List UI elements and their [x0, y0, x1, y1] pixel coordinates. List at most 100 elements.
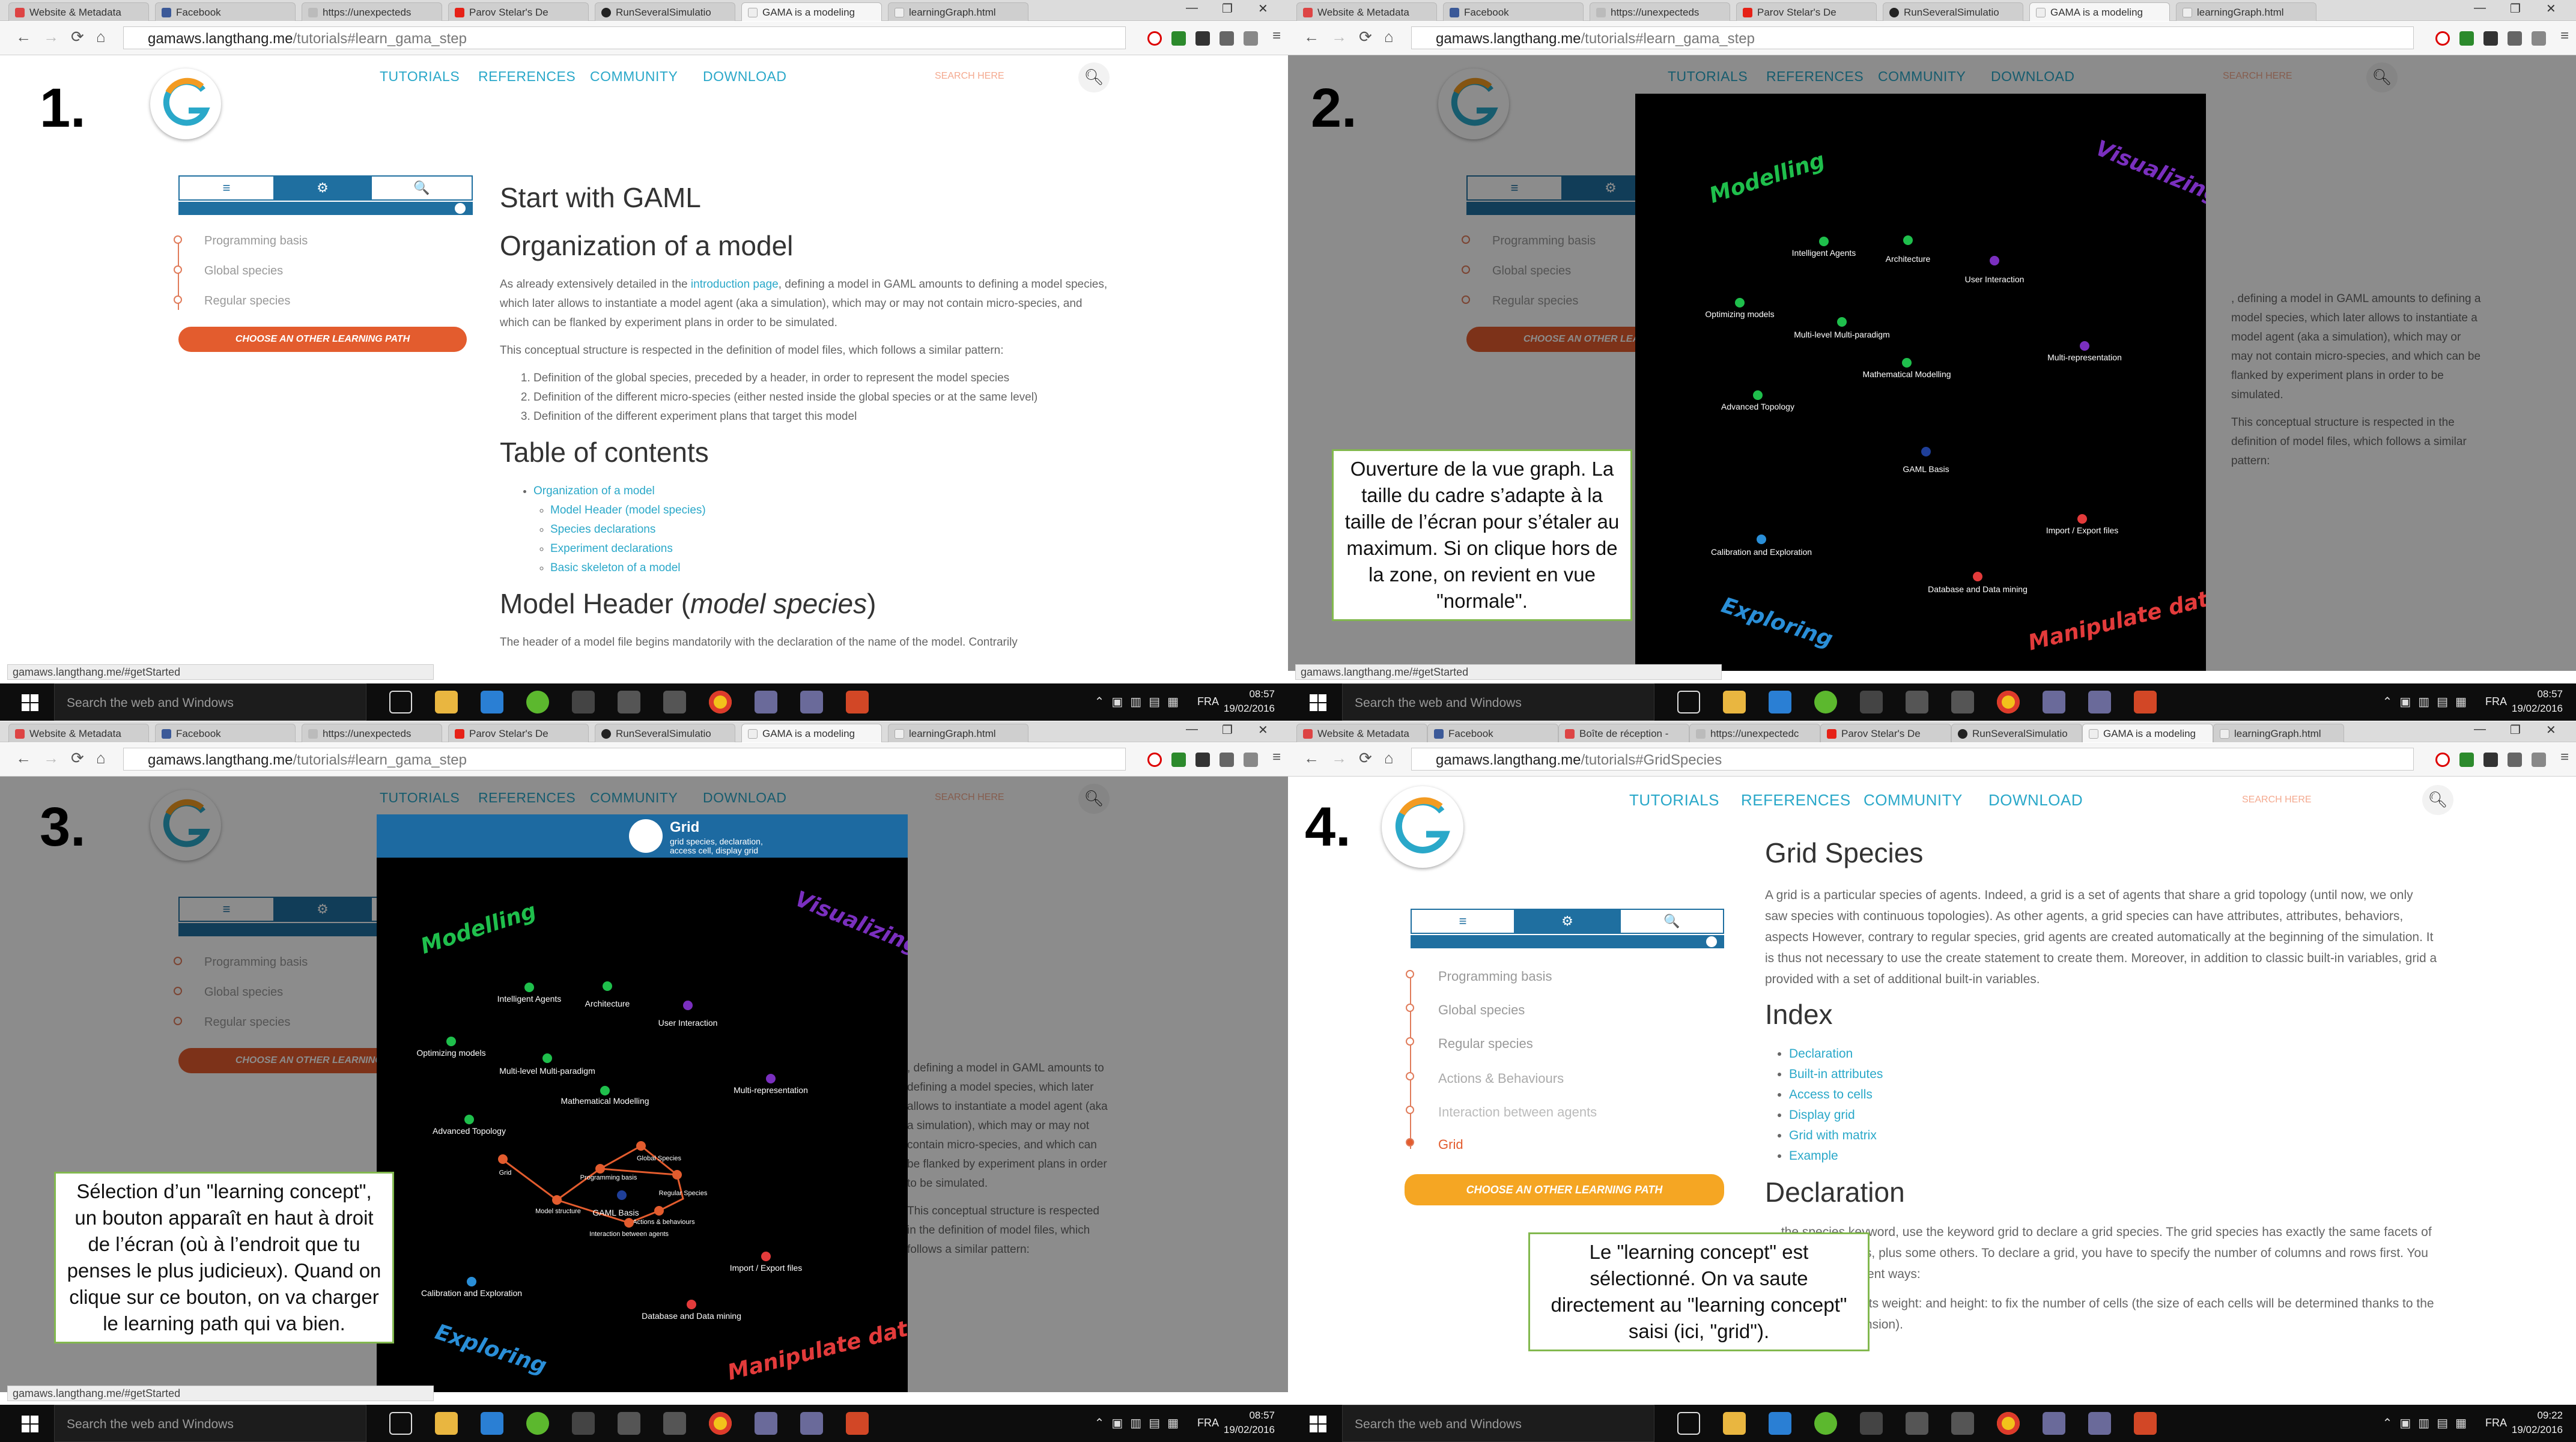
- app-icon[interactable]: [1951, 691, 1974, 713]
- tab-unexpected[interactable]: https://unexpecteds: [302, 724, 442, 742]
- area-manipulate-data[interactable]: Manipulate data: [2026, 583, 2206, 655]
- home-icon[interactable]: ⌂: [96, 749, 106, 768]
- app-icon[interactable]: [800, 691, 823, 713]
- extension-icon[interactable]: [1171, 31, 1186, 46]
- home-icon[interactable]: ⌂: [1384, 28, 1394, 46]
- learning-graph[interactable]: Grid grid species, declaration, access c…: [377, 814, 908, 1392]
- windows-start-icon[interactable]: [22, 694, 38, 711]
- extension-icon[interactable]: [2483, 31, 2498, 46]
- file-explorer-icon[interactable]: [1723, 691, 1746, 713]
- node-multi-representation[interactable]: [766, 1074, 776, 1083]
- learning-graph[interactable]: Modelling Visualizing Exploring Manipula…: [1635, 94, 2206, 671]
- choose-learning-path-button[interactable]: CHOOSE AN OTHER LEARNING PATH: [1405, 1174, 1724, 1205]
- path-item-global-species[interactable]: Global species: [1438, 1002, 1525, 1018]
- index-link[interactable]: Declaration: [1789, 1047, 1853, 1061]
- tab-unexpected[interactable]: https://unexpectedc: [1689, 724, 1820, 742]
- search-icon[interactable]: 🔍︎: [1078, 62, 1110, 92]
- task-view-icon[interactable]: [389, 691, 412, 713]
- search-input[interactable]: SEARCH HERE: [2242, 795, 2312, 805]
- path-item-regular-species[interactable]: Regular species: [1438, 1036, 1533, 1052]
- tab-learninggraph[interactable]: learningGraph.html: [2176, 2, 2316, 21]
- nav-references[interactable]: REFERENCES: [1741, 791, 1851, 810]
- node-architecture[interactable]: [1903, 235, 1913, 245]
- node-optimizing-models[interactable]: [446, 1037, 456, 1046]
- taskbar-search[interactable]: Search the web and Windows: [1342, 683, 1654, 721]
- menu-icon[interactable]: ≡: [2560, 28, 2569, 44]
- mail-icon[interactable]: [481, 691, 503, 713]
- window-controls[interactable]: — ❐ ✕: [2468, 721, 2576, 739]
- clock[interactable]: 08:57 19/02/2016: [1224, 687, 1275, 716]
- extension-icon[interactable]: [2532, 31, 2546, 46]
- tab-website[interactable]: Website & Metadata: [8, 724, 149, 742]
- app-icon[interactable]: [755, 1412, 777, 1435]
- task-view-icon[interactable]: [1677, 1412, 1700, 1435]
- app-icon[interactable]: [526, 1412, 549, 1435]
- tab-facebook[interactable]: Facebook: [1443, 2, 1584, 21]
- tab-facebook[interactable]: Facebook: [155, 2, 296, 21]
- app-icon[interactable]: [1860, 691, 1883, 713]
- tab-facebook[interactable]: Facebook: [155, 724, 296, 742]
- address-bar[interactable]: gamaws.langthang.me/tutorials#learn_gama…: [1411, 26, 2414, 49]
- node-gaml-basis[interactable]: [1921, 447, 1931, 456]
- index-link[interactable]: Built-in attributes: [1789, 1067, 1883, 1081]
- tab-unexpected[interactable]: https://unexpecteds: [302, 2, 442, 21]
- forward-icon[interactable]: →: [43, 749, 59, 768]
- tab-website[interactable]: Website & Metadata: [1296, 2, 1437, 21]
- path-item-regular-species[interactable]: Regular species: [204, 294, 290, 308]
- language-indicator[interactable]: FRA: [2485, 1417, 2507, 1429]
- powerpoint-icon[interactable]: [2134, 691, 2157, 713]
- taskbar-search[interactable]: Search the web and Windows: [54, 1405, 366, 1442]
- node-advanced-topology[interactable]: [464, 1115, 474, 1124]
- window-controls[interactable]: — ❐ ✕: [1180, 721, 1288, 739]
- mail-icon[interactable]: [1769, 691, 1791, 713]
- node-programming-basis[interactable]: [595, 1164, 605, 1174]
- app-icon[interactable]: [1906, 691, 1928, 713]
- reload-icon[interactable]: ⟳: [1359, 749, 1372, 768]
- extension-icon[interactable]: [2508, 31, 2522, 46]
- tab-github[interactable]: RunSeveralSimulatio: [595, 724, 735, 742]
- node-gaml-basis[interactable]: [617, 1190, 627, 1200]
- node-intelligent-agents[interactable]: [524, 983, 534, 992]
- forward-icon[interactable]: →: [1331, 749, 1347, 768]
- tab-gama[interactable]: GAMA is a modeling: [2082, 724, 2213, 742]
- node-model-structure[interactable]: [552, 1195, 562, 1205]
- introduction-link[interactable]: introduction page: [691, 278, 779, 291]
- app-icon[interactable]: [663, 1412, 686, 1435]
- node-calibration[interactable]: [1757, 535, 1766, 544]
- reload-icon[interactable]: ⟳: [71, 28, 84, 46]
- node-architecture[interactable]: [603, 981, 612, 991]
- path-item-actions[interactable]: Actions & Behaviours: [1438, 1071, 1564, 1086]
- language-indicator[interactable]: FRA: [2485, 695, 2507, 708]
- nav-download[interactable]: DOWNLOAD: [703, 68, 786, 85]
- toc-link[interactable]: Species declarations: [550, 523, 655, 536]
- back-icon[interactable]: ←: [16, 749, 31, 768]
- node-intelligent-agents[interactable]: [1819, 237, 1829, 246]
- address-bar[interactable]: gamaws.langthang.me/tutorials#learn_gama…: [123, 26, 1126, 49]
- menu-icon[interactable]: ≡: [1272, 28, 1281, 44]
- home-icon[interactable]: ⌂: [96, 28, 106, 46]
- index-link[interactable]: Access to cells: [1789, 1088, 1873, 1101]
- extension-icon[interactable]: [2459, 31, 2474, 46]
- powerpoint-icon[interactable]: [2134, 1412, 2157, 1435]
- tab-gama[interactable]: GAMA is a modeling: [741, 2, 882, 21]
- tab-facebook[interactable]: Facebook: [1427, 724, 1558, 742]
- toc-link[interactable]: Experiment declarations: [550, 542, 673, 555]
- file-explorer-icon[interactable]: [435, 1412, 458, 1435]
- chrome-icon[interactable]: [1997, 691, 2020, 713]
- app-icon[interactable]: [2088, 691, 2111, 713]
- tab-youtube[interactable]: Parov Stelar's De: [1736, 2, 1877, 21]
- menu-search-tab[interactable]: 🔍: [371, 175, 473, 201]
- app-icon[interactable]: [618, 1412, 640, 1435]
- index-link[interactable]: Display grid: [1789, 1108, 1855, 1122]
- home-icon[interactable]: ⌂: [1384, 749, 1394, 768]
- node-database[interactable]: [1973, 572, 1982, 581]
- forward-icon[interactable]: →: [1331, 28, 1347, 46]
- window-controls[interactable]: — ❐ ✕: [2468, 0, 2576, 18]
- app-icon[interactable]: [2043, 691, 2065, 713]
- app-icon[interactable]: [663, 691, 686, 713]
- extension-icon[interactable]: [1195, 753, 1210, 767]
- toc-link[interactable]: Model Header (model species): [550, 504, 706, 517]
- app-icon[interactable]: [572, 691, 595, 713]
- app-icon[interactable]: [1814, 1412, 1837, 1435]
- system-tray[interactable]: ⌃▣▥▤▦: [1095, 694, 1186, 709]
